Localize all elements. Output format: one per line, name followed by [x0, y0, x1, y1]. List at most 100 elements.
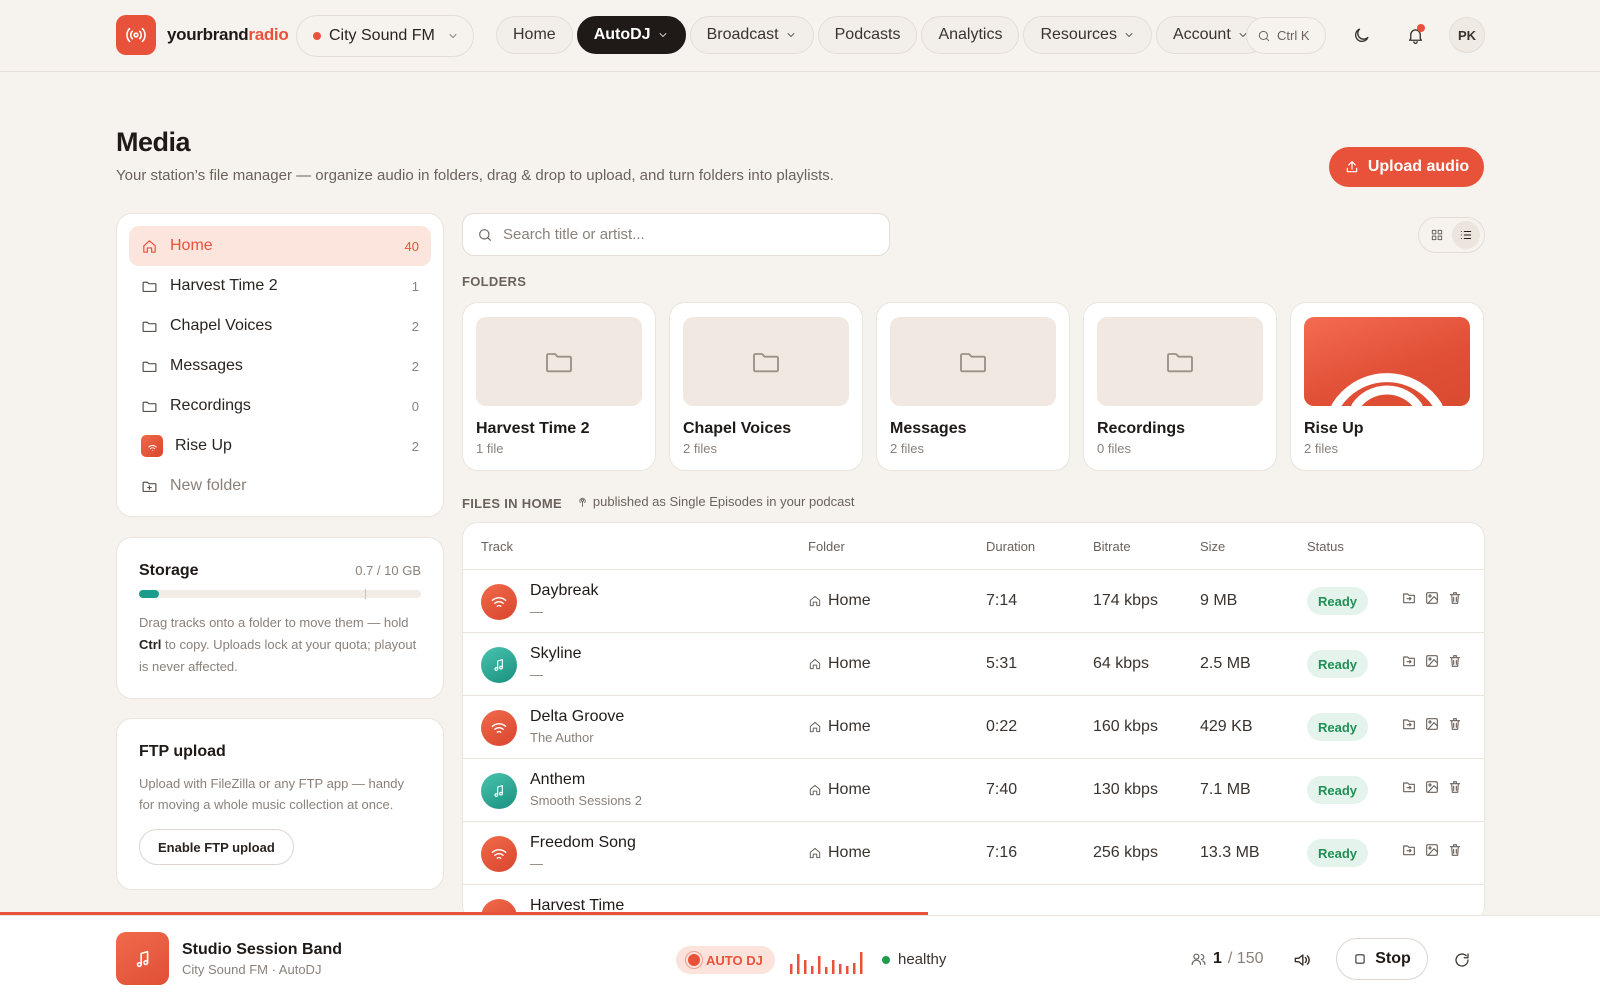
storage-note-before: Drag tracks onto a folder to move them —… — [139, 615, 409, 630]
stop-button[interactable]: Stop — [1336, 938, 1428, 980]
table-row[interactable]: Delta Groove The Author Home 0:22 160 kb… — [463, 696, 1484, 759]
folders-section-label: FOLDERS — [462, 274, 527, 289]
track-artwork[interactable] — [481, 584, 517, 620]
image-icon[interactable] — [1424, 779, 1440, 795]
refresh-button[interactable] — [1453, 951, 1471, 969]
column-header-folder[interactable]: Folder — [808, 539, 845, 554]
home-icon — [809, 784, 821, 796]
table-row[interactable]: Daybreak — Home 7:14 174 kbps 9 MB Ready — [463, 570, 1484, 633]
column-header-bitrate[interactable]: Bitrate — [1093, 539, 1131, 554]
audio-level-meter — [790, 952, 863, 974]
folder-plus-icon — [142, 481, 157, 492]
upload-audio-button[interactable]: Upload audio — [1329, 147, 1484, 187]
sidebar-item-label: Recordings — [170, 397, 251, 414]
storage-bar — [139, 589, 421, 599]
brand-name[interactable]: yourbrandradio — [167, 25, 289, 45]
nav-podcasts[interactable]: Podcasts — [817, 16, 918, 54]
nav-analytics[interactable]: Analytics — [921, 16, 1020, 54]
track-bitrate: 130 kbps — [1093, 781, 1158, 798]
record-dot-icon — [688, 954, 700, 966]
track-duration: 7:16 — [986, 844, 1018, 861]
image-icon[interactable] — [1424, 653, 1440, 669]
station-selector[interactable]: City Sound FM — [296, 15, 474, 57]
chevron-down-icon — [659, 33, 667, 37]
folder-card-harvest-time-2[interactable]: Harvest Time 2 1 file — [462, 302, 656, 471]
podcast-note-text: published as Single Episodes in your pod… — [592, 494, 855, 509]
folder-card-chapel-voices[interactable]: Chapel Voices 2 files — [669, 302, 863, 471]
trash-icon[interactable] — [1447, 842, 1463, 858]
folder-grid: Harvest Time 2 1 file Chapel Voices 2 fi… — [462, 302, 1484, 471]
sidebar-item-label: Chapel Voices — [170, 317, 273, 334]
table-row[interactable]: Skyline — Home 5:31 64 kbps 2.5 MB Ready — [463, 633, 1484, 696]
folder-file-count: 2 files — [683, 441, 717, 456]
trash-icon[interactable] — [1447, 590, 1463, 606]
track-size: 7.1 MB — [1200, 781, 1251, 798]
move-to-folder-icon[interactable] — [1401, 716, 1417, 732]
chevron-down-icon — [787, 33, 795, 37]
folder-card-messages[interactable]: Messages 2 files — [876, 302, 1070, 471]
row-actions — [1401, 653, 1463, 669]
row-actions — [1401, 779, 1463, 795]
sidebar-item-recordings[interactable]: Recordings 0 — [129, 386, 431, 426]
folder-card-rise-up[interactable]: Rise Up 2 files — [1290, 302, 1484, 471]
home-icon — [809, 658, 821, 670]
folder-file-count: 1 file — [476, 441, 504, 456]
music-note-icon — [136, 950, 148, 967]
folder-card-recordings[interactable]: Recordings 0 files — [1083, 302, 1277, 471]
track-artist: — — [530, 856, 543, 871]
notifications-button[interactable] — [1402, 22, 1428, 48]
move-to-folder-icon[interactable] — [1401, 842, 1417, 858]
sidebar-item-chapel-voices[interactable]: Chapel Voices 2 — [129, 306, 431, 346]
enable-ftp-button[interactable]: Enable FTP upload — [139, 829, 294, 865]
nav-broadcast[interactable]: Broadcast — [689, 16, 814, 54]
nav-autodj[interactable]: AutoDJ — [576, 16, 686, 54]
theme-toggle-button[interactable] — [1348, 22, 1374, 48]
new-folder-button[interactable]: New folder — [129, 466, 431, 506]
grid-view-button[interactable] — [1423, 221, 1451, 249]
image-icon[interactable] — [1424, 842, 1440, 858]
global-search-button[interactable]: Ctrl K — [1246, 17, 1326, 54]
volume-button[interactable] — [1292, 950, 1312, 970]
trash-icon[interactable] — [1447, 779, 1463, 795]
sidebar-item-label: Harvest Time 2 — [170, 277, 278, 294]
nav-home[interactable]: Home — [496, 16, 573, 54]
storage-bar-marker — [364, 589, 366, 599]
media-search-input[interactable]: Search title or artist... — [462, 213, 890, 256]
brand-logo[interactable] — [116, 15, 156, 55]
track-artist: The Author — [530, 730, 594, 745]
track-artwork[interactable] — [481, 836, 517, 872]
track-folder-name: Home — [828, 655, 871, 672]
view-toggle — [1418, 217, 1485, 253]
track-artwork[interactable] — [481, 773, 517, 809]
nav-resources[interactable]: Resources — [1023, 16, 1152, 54]
image-icon[interactable] — [1424, 590, 1440, 606]
sidebar-item-harvest-time-2[interactable]: Harvest Time 2 1 — [129, 266, 431, 306]
user-avatar[interactable]: PK — [1449, 17, 1485, 53]
move-to-folder-icon[interactable] — [1401, 653, 1417, 669]
column-header-size[interactable]: Size — [1200, 539, 1225, 554]
sidebar-item-messages[interactable]: Messages 2 — [129, 346, 431, 386]
listeners-max: / 150 — [1227, 950, 1264, 967]
column-header-status[interactable]: Status — [1307, 539, 1344, 554]
folder-name: Chapel Voices — [683, 420, 792, 437]
column-header-duration[interactable]: Duration — [986, 539, 1035, 554]
track-duration: 0:22 — [986, 718, 1018, 735]
move-to-folder-icon[interactable] — [1401, 590, 1417, 606]
move-to-folder-icon[interactable] — [1401, 779, 1417, 795]
table-row[interactable]: Anthem Smooth Sessions 2 Home 7:40 130 k… — [463, 759, 1484, 822]
image-icon[interactable] — [1424, 716, 1440, 732]
list-view-button[interactable] — [1451, 221, 1480, 249]
track-artist: — — [530, 667, 543, 682]
sidebar-item-label: Rise Up — [175, 437, 232, 454]
trash-icon[interactable] — [1447, 653, 1463, 669]
track-size: 9 MB — [1200, 592, 1238, 609]
track-title: Freedom Song — [530, 834, 636, 851]
trash-icon[interactable] — [1447, 716, 1463, 732]
column-header-track[interactable]: Track — [481, 539, 513, 554]
page-title: Media — [116, 127, 191, 157]
track-artwork[interactable] — [481, 647, 517, 683]
sidebar-item-rise-up[interactable]: Rise Up 2 — [129, 426, 431, 466]
sidebar-item-home[interactable]: Home 40 — [129, 226, 431, 266]
track-artwork[interactable] — [481, 710, 517, 746]
table-row[interactable]: Freedom Song — Home 7:16 256 kbps 13.3 M… — [463, 822, 1484, 885]
